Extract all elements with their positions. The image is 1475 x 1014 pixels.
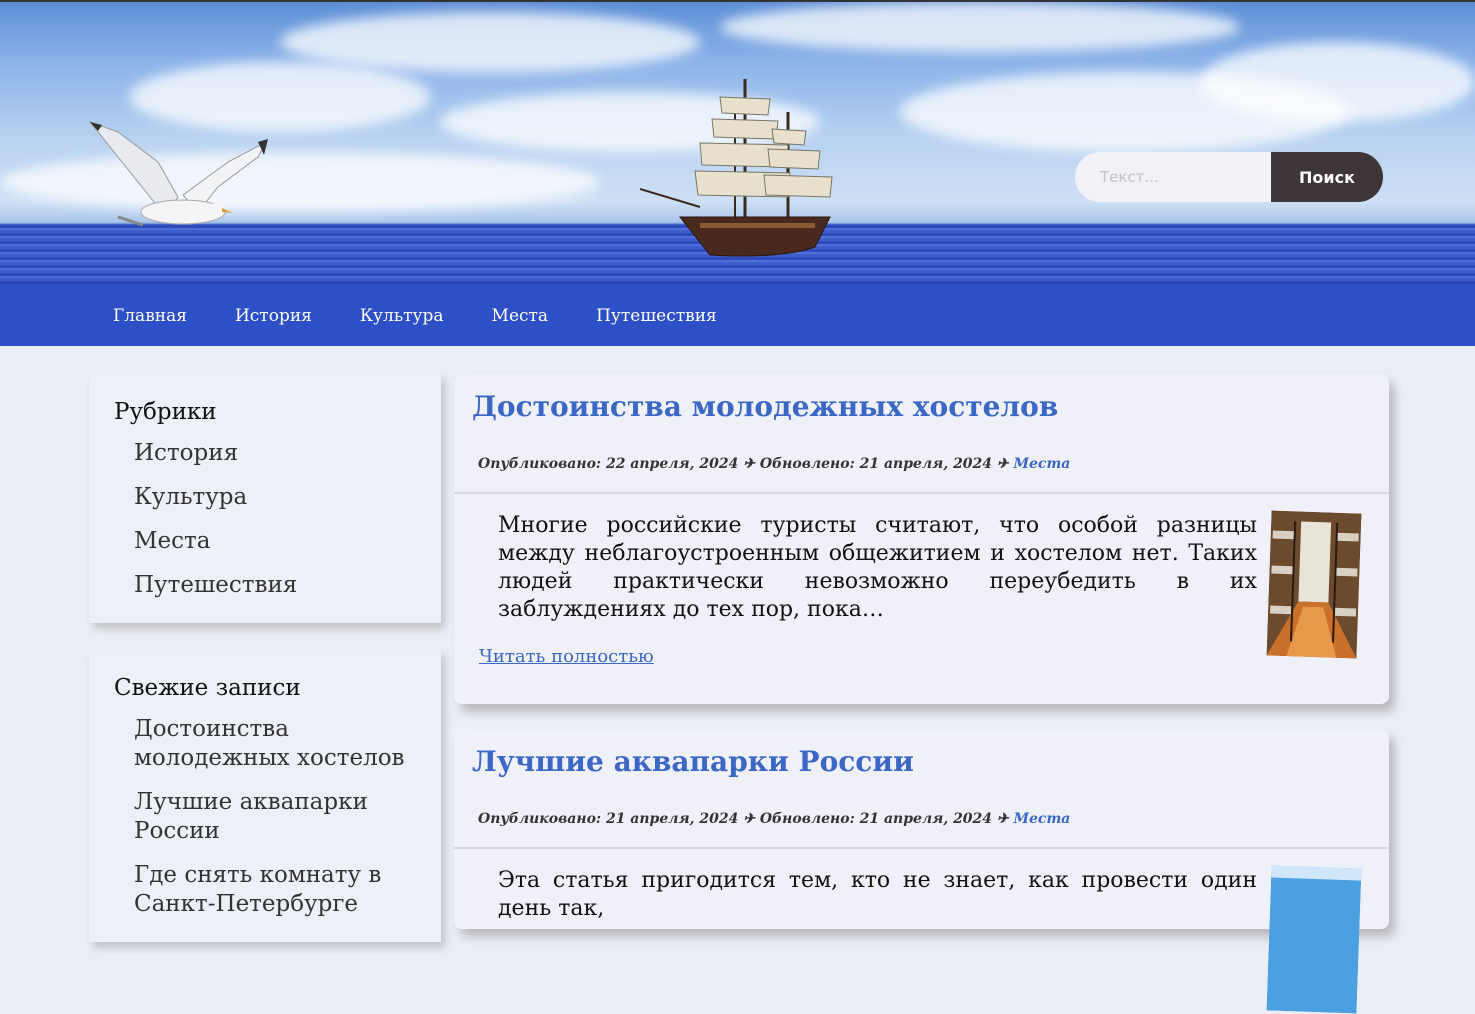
post-header: Лучшие аквапарки России Опубликовано: 21…: [454, 729, 1389, 849]
recent-posts-list: Достоинства молодежных хостелов Лучшие а…: [114, 715, 441, 919]
plane-icon: ✈: [996, 456, 1009, 472]
list-item: Культура: [134, 483, 441, 512]
nav-item-culture[interactable]: Культура: [360, 306, 444, 326]
sidebar: Рубрики История Культура Места Путешеств…: [89, 373, 441, 968]
site-header: Поиск Главная История Культура Места Пут…: [0, 0, 1475, 346]
plane-icon: ✈: [996, 811, 1009, 827]
read-more-link[interactable]: Читать полностью: [479, 646, 654, 667]
search-form: Поиск: [1075, 152, 1383, 202]
sailing-ship-image: [640, 79, 833, 257]
list-item: История: [134, 439, 441, 468]
nav-item-home[interactable]: Главная: [113, 306, 187, 326]
updated-date: Обновлено: 21 апреля, 2024: [759, 456, 993, 472]
seagull-image: [88, 120, 268, 227]
updated-date: Обновлено: 21 апреля, 2024: [759, 811, 993, 827]
recent-post-link[interactable]: Лучшие аквапарки России: [134, 789, 368, 844]
nav-item-places[interactable]: Места: [492, 306, 549, 326]
category-link-history[interactable]: История: [134, 440, 238, 466]
hostel-image: [1266, 510, 1362, 659]
categories-list: История Культура Места Путешествия: [114, 439, 441, 600]
post-header: Достоинства молодежных хостелов Опублико…: [454, 374, 1389, 494]
list-item: Лучшие аквапарки России: [134, 788, 441, 846]
recent-post-link[interactable]: Где снять комнату в Санкт-Петербурге: [134, 862, 381, 917]
main-nav: Главная История Культура Места Путешеств…: [0, 284, 1475, 346]
post-meta: Опубликовано: 22 апреля, 2024 ✈ Обновлен…: [472, 456, 1371, 472]
plane-icon: ✈: [743, 456, 755, 472]
post-thumbnail[interactable]: [1266, 510, 1362, 659]
post-category-link[interactable]: Места: [1014, 811, 1071, 827]
post-body: Эта статья пригодится тем, кто не знает,…: [454, 849, 1389, 1014]
cloud: [280, 12, 700, 72]
post-body: Многие российские туристы считают, что о…: [454, 494, 1389, 679]
search-input[interactable]: [1075, 152, 1271, 202]
cloud: [1200, 42, 1475, 122]
post-card: Достоинства молодежных хостелов Опублико…: [454, 374, 1389, 704]
widget-title: Рубрики: [114, 399, 217, 425]
list-item: Места: [134, 527, 441, 556]
search-button[interactable]: Поиск: [1271, 152, 1383, 202]
nav-item-history[interactable]: История: [235, 306, 312, 326]
post-meta: Опубликовано: 21 апреля, 2024 ✈ Обновлен…: [472, 811, 1371, 827]
published-date: Опубликовано: 22 апреля, 2024: [478, 456, 739, 472]
category-link-culture[interactable]: Культура: [134, 484, 247, 510]
post-excerpt: Многие российские туристы считают, что о…: [498, 513, 1257, 622]
nav-item-travel[interactable]: Путешествия: [596, 306, 717, 326]
list-item: Достоинства молодежных хостелов: [134, 715, 441, 773]
post-title-link[interactable]: Достоинства молодежных хостелов: [472, 390, 1371, 446]
cloud: [720, 2, 1240, 52]
widget-title: Свежие записи: [114, 675, 301, 701]
list-item: Где снять комнату в Санкт-Петербурге: [134, 861, 441, 919]
list-item: Путешествия: [134, 571, 441, 600]
post-category-link[interactable]: Места: [1014, 456, 1071, 472]
post-thumbnail[interactable]: [1266, 865, 1362, 1014]
plane-icon: ✈: [743, 811, 755, 827]
published-date: Опубликовано: 21 апреля, 2024: [478, 811, 739, 827]
recent-posts-widget: Свежие записи Достоинства молодежных хос…: [89, 649, 441, 942]
waterpark-image: [1266, 865, 1362, 1014]
category-link-travel[interactable]: Путешествия: [134, 572, 297, 598]
post-excerpt: Эта статья пригодится тем, кто не знает,…: [498, 868, 1257, 921]
post-title-link[interactable]: Лучшие аквапарки России: [472, 745, 1371, 801]
category-link-places[interactable]: Места: [134, 528, 210, 554]
post-card: Лучшие аквапарки России Опубликовано: 21…: [454, 729, 1389, 1014]
recent-post-link[interactable]: Достоинства молодежных хостелов: [134, 716, 405, 771]
categories-widget: Рубрики История Культура Места Путешеств…: [89, 373, 441, 623]
